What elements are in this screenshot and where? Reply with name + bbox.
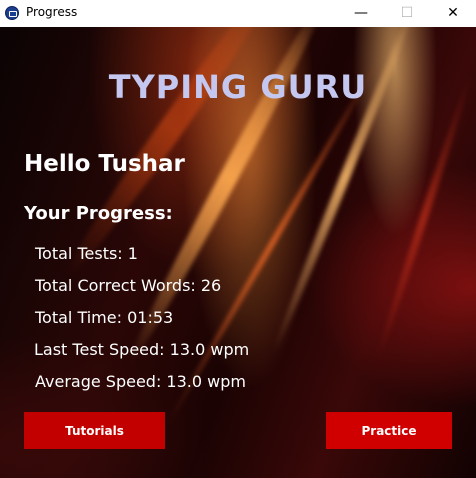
app-heading: TYPING GURU — [108, 68, 368, 106]
maximize-button[interactable]: ☐ — [384, 0, 430, 27]
stat-total-tests: Total Tests: 1 — [35, 244, 138, 263]
content-area: TYPING GURU Hello Tushar Your Progress: … — [0, 27, 476, 478]
app-icon — [5, 6, 19, 20]
progress-section-label: Your Progress: — [24, 203, 173, 224]
stat-average-speed: Average Speed: 13.0 wpm — [35, 372, 246, 391]
stat-total-time: Total Time: 01:53 — [35, 308, 174, 327]
background-streak — [373, 73, 475, 361]
greeting: Hello Tushar — [24, 151, 185, 177]
close-button[interactable]: ✕ — [430, 0, 476, 27]
stat-total-correct-words: Total Correct Words: 26 — [35, 276, 222, 295]
progress-window: Progress — ☐ ✕ TYPING GURU Hello Tushar … — [0, 0, 476, 478]
practice-button[interactable]: Practice — [326, 412, 452, 449]
title-bar[interactable]: Progress — ☐ ✕ — [0, 0, 476, 27]
stat-last-test-speed: Last Test Speed: 13.0 wpm — [34, 340, 250, 359]
tutorials-button[interactable]: Tutorials — [24, 412, 165, 449]
minimize-button[interactable]: — — [338, 0, 384, 27]
window-title: Progress — [26, 5, 78, 19]
